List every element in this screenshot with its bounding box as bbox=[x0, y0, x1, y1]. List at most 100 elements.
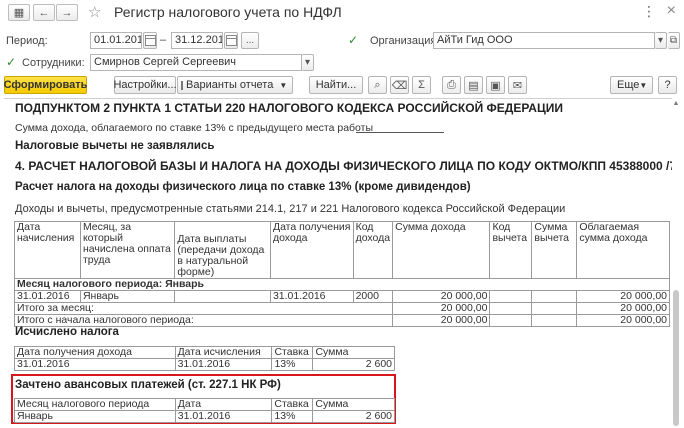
period-dash: – bbox=[160, 34, 167, 46]
table-cell: 13% bbox=[271, 358, 314, 371]
employees-label: Сотрудники: bbox=[22, 57, 85, 69]
help-button[interactable]: ? bbox=[658, 76, 677, 94]
window-title: Регистр налогового учета по НДФЛ bbox=[114, 4, 342, 20]
month-total-row: Итого за месяц: 20 000,00 20 000,00 bbox=[13, 302, 670, 315]
period-select-button[interactable]: ... bbox=[241, 32, 259, 49]
prev-income-text: Сумма дохода, облагаемого по ставке 13% … bbox=[15, 122, 374, 134]
report-area[interactable]: ПОДПУНКТОМ 2 ПУНКТА 1 СТАТЬИ 220 НАЛОГОВ… bbox=[4, 98, 672, 428]
incomes-title: Доходы и вычеты, предусмотренные статьям… bbox=[15, 203, 566, 215]
home-icon[interactable]: ▦ bbox=[8, 4, 30, 21]
table-cell: 31.01.2016 bbox=[174, 358, 273, 371]
close-icon[interactable]: × bbox=[667, 2, 676, 20]
more-button-label: Еще bbox=[617, 79, 640, 91]
arrow-right-icon[interactable]: → bbox=[56, 4, 78, 21]
table-row: Январь 31.01.2016 13% 2 600 bbox=[14, 410, 395, 423]
income-table-header: Дата начисления Месяц, за который начисл… bbox=[14, 221, 670, 279]
email-icon[interactable]: ✉ bbox=[508, 76, 527, 94]
table-cell bbox=[174, 290, 271, 303]
more-button[interactable]: Еще ▼ bbox=[610, 76, 653, 94]
preview-icon[interactable]: ▤ bbox=[464, 76, 483, 94]
clear-search-icon[interactable]: ⌫ bbox=[390, 76, 409, 94]
table-header-cell: Дата получения дохода bbox=[269, 221, 354, 279]
table-header-cell: Код дохода bbox=[352, 221, 394, 279]
arrow-left-icon[interactable]: ← bbox=[33, 4, 55, 21]
chevron-down-icon: ▼ bbox=[639, 80, 648, 90]
generate-button[interactable]: Сформировать bbox=[4, 76, 87, 94]
more-menu-icon[interactable]: ⋮ bbox=[642, 3, 656, 20]
table-cell: Январь bbox=[79, 290, 176, 303]
prev-income-underline bbox=[356, 132, 444, 133]
month-total-label: Итого за месяц: bbox=[13, 302, 394, 315]
report-heading: ПОДПУНКТОМ 2 ПУНКТА 1 СТАТЬИ 220 НАЛОГОВ… bbox=[15, 101, 563, 115]
table-header-cell: Дата исчисления bbox=[174, 346, 273, 359]
employees-dropdown-icon[interactable]: ▾ bbox=[302, 54, 314, 71]
table-header-cell: Облагаемая сумма дохода bbox=[576, 221, 670, 279]
income-table: Дата начисления Месяц, за который начисл… bbox=[13, 221, 670, 327]
calendar-icon bbox=[144, 35, 156, 46]
table-header-cell: Дата выплаты (передачи дохода в натураль… bbox=[174, 221, 271, 279]
report-scrollbar[interactable]: ▲ bbox=[672, 100, 680, 428]
period-from-input[interactable]: 01.01.2016 bbox=[90, 32, 142, 49]
employees-input[interactable]: Смирнов Сергей Сергеевич bbox=[90, 54, 302, 71]
table-header-cell: Дата bbox=[174, 398, 273, 411]
ytd-total-label: Итого с начала налогового периода: bbox=[13, 314, 394, 327]
tax-table: Дата получения дохода Дата исчисления Ст… bbox=[14, 346, 395, 371]
table-cell: 31.01.2016 bbox=[14, 358, 176, 371]
calendar-icon bbox=[225, 35, 237, 46]
table-row: 31.01.2016 31.01.2016 13% 2 600 bbox=[14, 358, 395, 371]
chevron-down-icon: ▼ bbox=[279, 80, 288, 90]
search-settings-icon[interactable]: ⌕ bbox=[368, 76, 387, 94]
month-total-income: 20 000,00 bbox=[392, 302, 491, 315]
employees-checkbox[interactable]: ✓ bbox=[6, 56, 18, 69]
table-cell: 2 600 bbox=[312, 358, 395, 371]
scrollbar-thumb[interactable] bbox=[673, 290, 679, 426]
table-header-cell: Сумма дохода bbox=[392, 221, 491, 279]
tax-table-header: Дата получения дохода Дата исчисления Ст… bbox=[14, 346, 395, 359]
organization-checkbox[interactable]: ✓ bbox=[348, 34, 360, 47]
save-icon[interactable]: ▣ bbox=[486, 76, 505, 94]
ytd-total-taxable: 20 000,00 bbox=[576, 314, 670, 327]
organization-open-icon[interactable]: ⧉ bbox=[668, 32, 680, 49]
ytd-total-income: 20 000,00 bbox=[392, 314, 491, 327]
report-variants-label: Варианты отчета bbox=[186, 79, 274, 91]
period-from-calendar-button[interactable] bbox=[143, 32, 157, 49]
month-group-row: Месяц налогового периода: Январь bbox=[14, 278, 670, 291]
settings-button[interactable]: Настройки... bbox=[113, 76, 177, 94]
period-to-input[interactable]: 31.12.2016 bbox=[171, 32, 223, 49]
table-header-cell: Сумма bbox=[312, 346, 395, 359]
period-to-calendar-button[interactable] bbox=[224, 32, 238, 49]
table-header-cell: Ставка bbox=[271, 398, 314, 411]
table-header-cell: Сумма bbox=[312, 398, 395, 411]
favorite-star-icon[interactable]: ☆ bbox=[88, 3, 101, 21]
table-cell: 31.01.2016 bbox=[14, 290, 81, 303]
organization-input[interactable]: АйТи Гид ООО bbox=[433, 32, 655, 49]
ytd-total-row: Итого с начала налогового периода: 20 00… bbox=[13, 314, 670, 327]
no-deductions-text: Налоговые вычеты не заявлялись bbox=[15, 140, 215, 152]
period-label: Период: bbox=[6, 35, 48, 47]
advance-payments-title: Зачтено авансовых платежей (ст. 227.1 НК… bbox=[15, 379, 281, 391]
table-header-cell: Дата начисления bbox=[14, 221, 81, 279]
report-variants-button[interactable]: Варианты отчета ▼ bbox=[177, 76, 293, 94]
table-cell: 20 000,00 bbox=[392, 290, 491, 303]
table-cell: 31.01.2016 bbox=[269, 290, 354, 303]
table-header-cell: Месяц налогового периода bbox=[14, 398, 176, 411]
sum-icon[interactable]: Σ bbox=[412, 76, 431, 94]
advance-table-header: Месяц налогового периода Дата Ставка Сум… bbox=[14, 398, 395, 411]
organization-dropdown-icon[interactable]: ▾ bbox=[655, 32, 667, 49]
table-cell: Январь bbox=[14, 410, 176, 423]
table-row: 31.01.2016 Январь 31.01.2016 2000 20 000… bbox=[14, 290, 670, 303]
month-total-taxable: 20 000,00 bbox=[576, 302, 670, 315]
title-bar: ▦ ← → ☆ Регистр налогового учета по НДФЛ… bbox=[0, 0, 684, 26]
organization-label: Организация: bbox=[370, 35, 440, 47]
find-button[interactable]: Найти... bbox=[309, 76, 363, 94]
scroll-up-icon[interactable]: ▲ bbox=[672, 100, 680, 108]
month-group-label: Месяц налогового периода: Январь bbox=[14, 278, 670, 291]
table-cell: 20 000,00 bbox=[576, 290, 670, 303]
table-header-cell: Месяц, за который начислена оппата труда bbox=[79, 221, 176, 279]
table-cell bbox=[489, 290, 533, 303]
rate13-heading: Расчет налога на доходы физического лица… bbox=[15, 181, 471, 193]
table-cell: 2 600 bbox=[312, 410, 395, 423]
report-variants-icon bbox=[181, 80, 183, 90]
tax-calc-title: Исчислено налога bbox=[15, 326, 119, 338]
print-icon[interactable]: ⎙ bbox=[442, 76, 461, 94]
